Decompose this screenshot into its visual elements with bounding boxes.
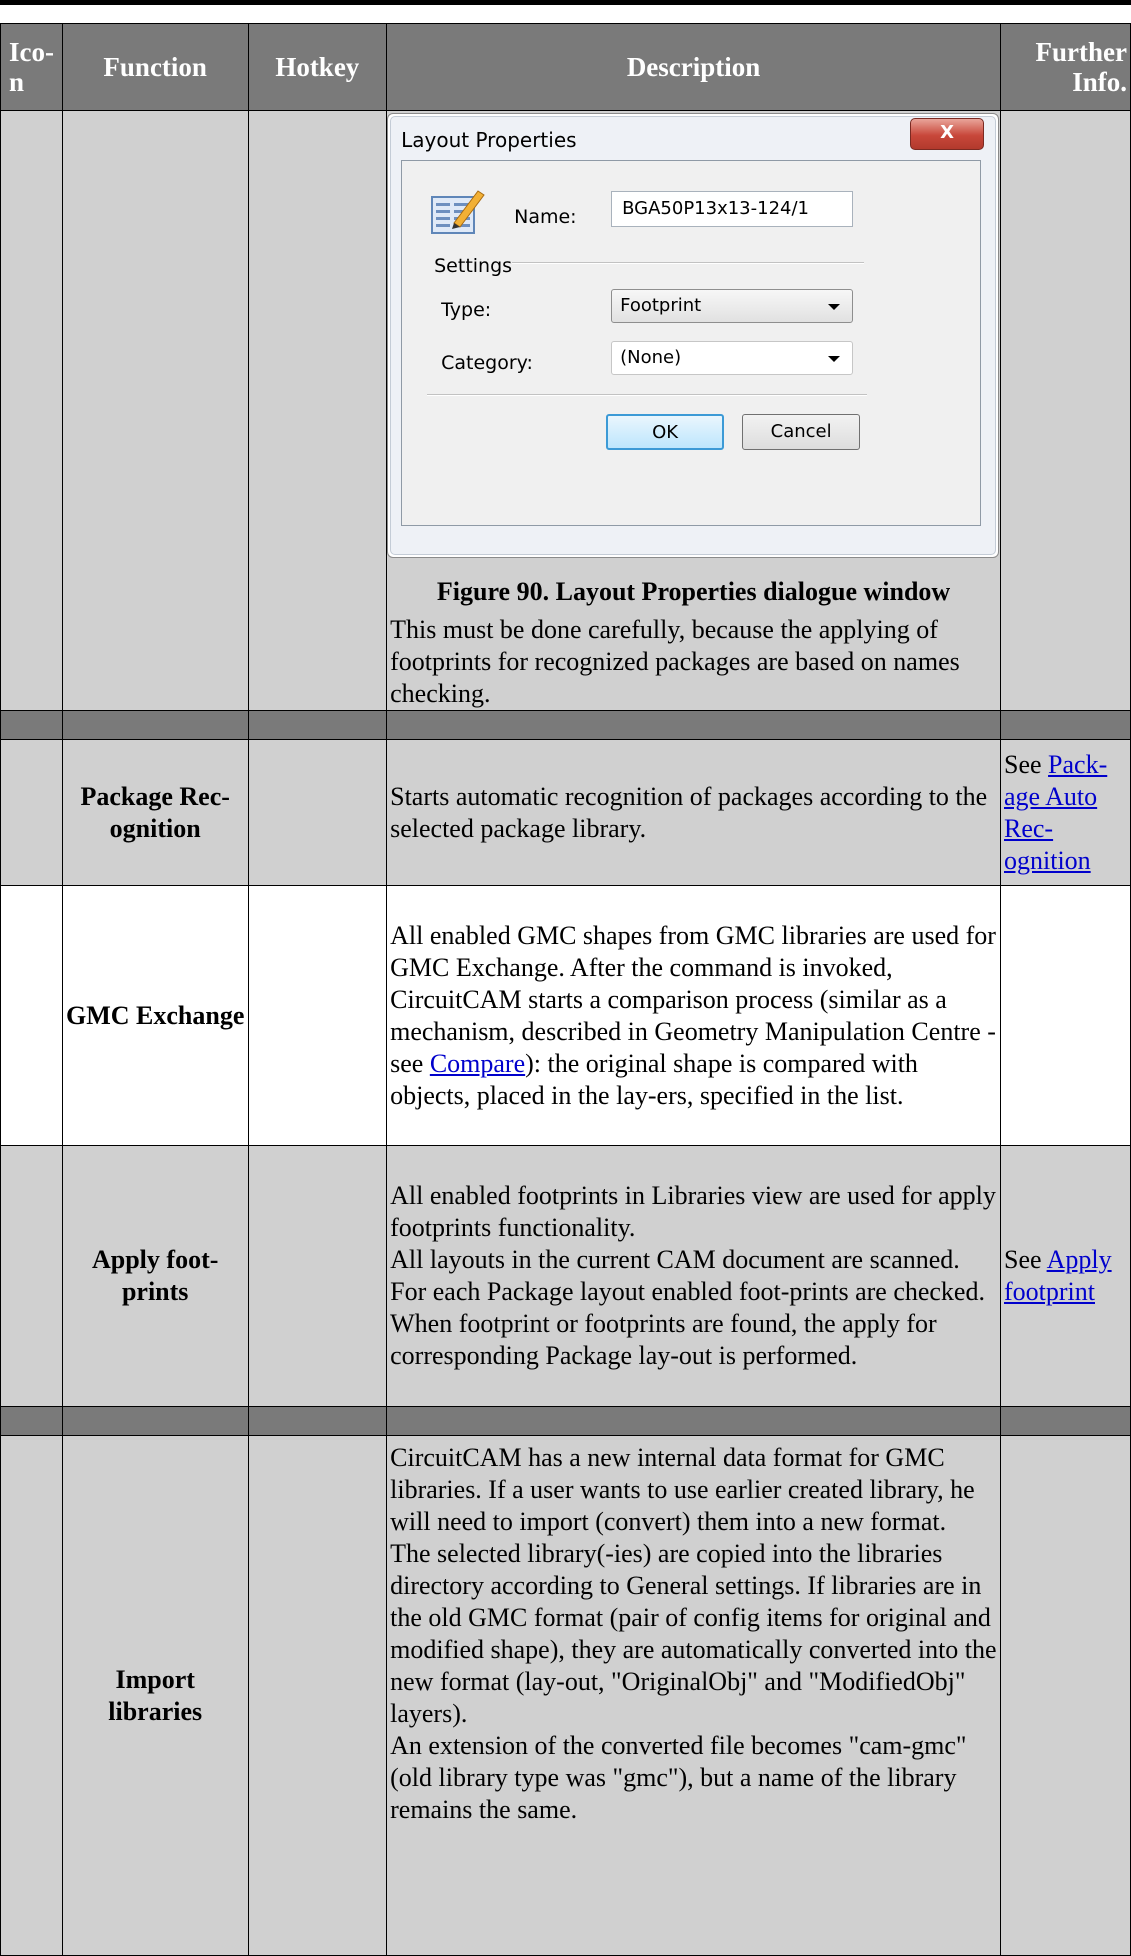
- icon-cell: [0, 739, 63, 886]
- type-select[interactable]: Footprint: [611, 289, 854, 323]
- top-rule: [0, 0, 1131, 5]
- layout-properties-icon: [431, 190, 485, 234]
- table-row: Import libraries CircuitCAM has a new in…: [0, 1435, 1131, 1956]
- dialog-title: Layout Properties: [401, 128, 577, 152]
- ok-button[interactable]: OK: [606, 414, 725, 450]
- group-separator-row: [0, 710, 1131, 740]
- buttons-divider: [427, 394, 868, 396]
- function-cell: [61, 110, 249, 711]
- layout-properties-dialog: Layout Properties X Name: BGA50P13x13-12…: [387, 113, 1000, 558]
- description-cell: All enabled footprints in Libraries view…: [386, 1145, 1001, 1407]
- further-info-cell: [1000, 1435, 1131, 1956]
- function-name: GMC Exchange: [61, 885, 249, 1146]
- further-info-cell: [1000, 110, 1131, 711]
- hotkey-cell: [247, 885, 388, 1146]
- description-cell: CircuitCAM has a new internal data forma…: [386, 1435, 1001, 1956]
- description-text: An extension of the converted file becom…: [390, 1731, 967, 1824]
- description-text: The selected library(-ies) are copied in…: [390, 1539, 997, 1728]
- description-text: CircuitCAM has a new internal data forma…: [390, 1443, 975, 1536]
- col-header-function: Function: [61, 23, 249, 111]
- chevron-down-icon: [828, 356, 841, 362]
- function-name: Import libraries: [61, 1435, 249, 1956]
- hotkey-cell: [247, 110, 388, 711]
- category-select-value: (None): [620, 347, 682, 368]
- table-header-row: Ico-n Function Hotkey Description Furthe…: [0, 23, 1131, 111]
- col-header-description: Description: [386, 23, 1001, 111]
- table-row: Package Rec-ognition Starts automatic re…: [0, 739, 1131, 886]
- icon-cell: [0, 1145, 63, 1407]
- category-label: Category:: [441, 352, 533, 374]
- icon-cell: [0, 110, 63, 711]
- see-prefix: See: [1004, 749, 1049, 779]
- function-table: Ico-n Function Hotkey Description Furthe…: [0, 23, 1131, 1956]
- hotkey-cell: [247, 739, 388, 886]
- table-row: Apply foot-prints All enabled footprints…: [0, 1145, 1131, 1407]
- figure-caption: Figure 90. Layout Properties dialogue wi…: [436, 577, 951, 606]
- hotkey-cell: [247, 1145, 388, 1407]
- type-label: Type:: [441, 299, 492, 321]
- compare-link[interactable]: Compare: [430, 1049, 525, 1078]
- further-info-cell: See Pack-age Auto Rec-ognition: [1000, 739, 1131, 886]
- table-row: GMC Exchange All enabled GMC shapes from…: [0, 885, 1131, 1146]
- description-text: All layouts in the current CAM document …: [390, 1245, 985, 1370]
- icon-cell: [0, 885, 63, 1146]
- cancel-button[interactable]: Cancel: [742, 414, 861, 450]
- further-info-cell: [1000, 885, 1131, 1146]
- close-button[interactable]: X: [910, 118, 985, 150]
- chevron-down-icon: [828, 304, 841, 310]
- col-header-hotkey: Hotkey: [247, 23, 388, 111]
- settings-group-label: Settings: [434, 255, 513, 277]
- type-select-value: Footprint: [620, 295, 702, 316]
- description-text: All enabled footprints in Libraries view…: [390, 1181, 996, 1242]
- description-cell: Layout Properties X Name: BGA50P13x13-12…: [386, 110, 1001, 711]
- description-text: This must be done carefully, because the…: [390, 615, 960, 708]
- icon-cell: [0, 1435, 63, 1956]
- function-name: Package Rec-ognition: [61, 739, 249, 886]
- category-select[interactable]: (None): [611, 341, 854, 375]
- name-field[interactable]: BGA50P13x13-124/1: [611, 191, 854, 227]
- see-prefix: See: [1004, 1245, 1047, 1274]
- function-name: Apply foot-prints: [61, 1145, 249, 1407]
- col-header-further-info: Further Info.: [1000, 23, 1131, 111]
- table-row: Layout Properties X Name: BGA50P13x13-12…: [0, 110, 1131, 711]
- description-cell: All enabled GMC shapes from GMC librarie…: [386, 885, 1001, 1146]
- settings-divider: [512, 262, 865, 264]
- further-info-cell: See Apply footprint: [1000, 1145, 1131, 1407]
- hotkey-cell: [247, 1435, 388, 1956]
- dialog-body: Name: BGA50P13x13-124/1 Settings Type: F…: [401, 160, 982, 526]
- description-text: Starts automatic recognition of packages…: [386, 739, 1001, 886]
- col-header-icon: Ico-n: [0, 23, 63, 111]
- group-separator-row: [0, 1406, 1131, 1436]
- name-label: Name:: [514, 206, 577, 228]
